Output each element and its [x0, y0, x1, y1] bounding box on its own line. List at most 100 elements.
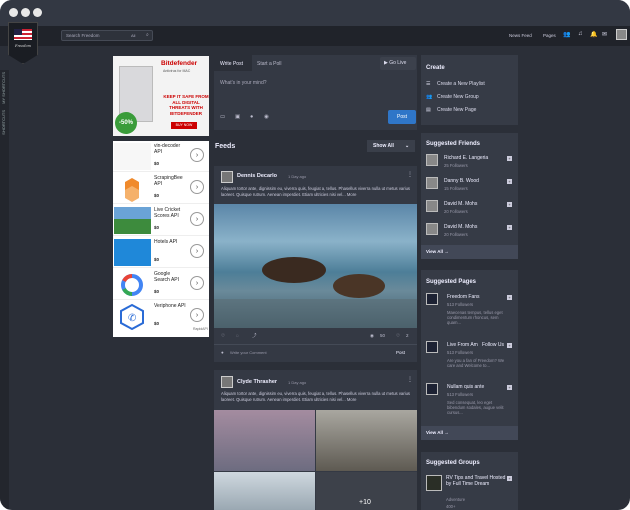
comment-input[interactable]: Write your Comment	[230, 350, 267, 355]
brand-logo[interactable]: Freedom	[8, 22, 38, 64]
chevron-right-icon[interactable]: ›	[190, 148, 204, 162]
chevron-right-icon[interactable]: ›	[190, 212, 204, 226]
api-ad-list: vin-decoder API $0 › ScrapingBee API $0 …	[113, 141, 209, 337]
create-group-link[interactable]: Create New Group	[437, 94, 479, 100]
view-all-pages-button[interactable]: View All →	[421, 426, 518, 440]
chevron-right-icon[interactable]: ›	[190, 276, 204, 290]
group-logo-icon[interactable]	[426, 475, 442, 491]
page-name[interactable]: Freedom Fans	[447, 294, 480, 300]
post-input[interactable]: What's in your mind?	[220, 80, 267, 86]
page-description: Are you a fan of Freedom? We care and We…	[447, 358, 505, 368]
sidebar-tab-my-shortcuts[interactable]: MY SHORTCUTS	[1, 72, 6, 104]
avatar[interactable]	[426, 154, 438, 166]
avatar[interactable]	[426, 200, 438, 212]
ad-footer[interactable]: RapidAPI	[193, 327, 208, 331]
friend-name[interactable]: Danny B. Wood	[444, 178, 479, 184]
post-button[interactable]: Post	[388, 110, 416, 124]
group-name[interactable]: RV Tips and Travel Hosted by Full Time D…	[446, 475, 508, 487]
share-icon[interactable]: ⤴	[252, 333, 257, 339]
tab-start-poll[interactable]: Start a Poll	[257, 61, 281, 67]
mail-icon[interactable]: ✉	[602, 31, 607, 38]
heart-icon[interactable]: ♡	[396, 333, 400, 339]
page-name[interactable]: Live From Am	[447, 342, 478, 348]
comment-post-button[interactable]: Post	[396, 350, 405, 355]
suggested-groups-title: Suggested Groups	[426, 460, 480, 466]
go-live-button[interactable]: ▶ Go Live	[380, 57, 416, 70]
group-category: Adventure	[446, 497, 466, 502]
feed-filter-select[interactable]: Show All ⌄	[367, 140, 415, 152]
window-dot-icon[interactable]	[21, 8, 30, 17]
list-item[interactable]: Google Search API $0 ›	[113, 269, 209, 300]
search-input[interactable]: Search Freedom All ⌕	[61, 30, 153, 41]
ad-discount-badge: -50%	[115, 112, 137, 134]
camera-icon[interactable]: ▭	[220, 114, 225, 120]
ad-buy-button[interactable]: BUY NOW	[171, 122, 197, 129]
gallery-image[interactable]	[214, 410, 315, 471]
post-author[interactable]: Dennis Decarlo	[237, 173, 277, 179]
avatar[interactable]	[221, 171, 233, 183]
location-icon[interactable]: ◉	[264, 114, 269, 120]
friends-icon[interactable]: 👥	[563, 31, 570, 38]
avatar[interactable]	[221, 376, 233, 388]
image-icon[interactable]: ▣	[235, 114, 240, 120]
more-vertical-icon[interactable]: ⋮	[407, 171, 413, 178]
create-page-link[interactable]: Create New Page	[437, 107, 476, 113]
list-item[interactable]: Live Cricket Scores API $0 ›	[113, 205, 209, 236]
avatar[interactable]	[426, 177, 438, 189]
sidebar-tab-shortcuts[interactable]: SHORTCUTS	[1, 110, 6, 135]
add-friend-icon[interactable]: +	[507, 156, 512, 161]
friend-name[interactable]: David M. Mohs	[444, 201, 477, 207]
page-followers: 513 Followers	[447, 302, 474, 307]
post-time: 1 Day ago	[288, 380, 307, 385]
chevron-right-icon[interactable]: ›	[190, 180, 204, 194]
follow-button[interactable]: Follow Us	[482, 342, 504, 348]
gallery-image[interactable]	[214, 472, 315, 510]
view-all-friends-button[interactable]: View All →	[421, 245, 518, 259]
create-playlist-link[interactable]: Create a New Playlist	[437, 81, 485, 87]
like-icon[interactable]: ♡	[221, 333, 225, 339]
gallery-image[interactable]	[316, 410, 417, 471]
bell-icon[interactable]: 🔔	[590, 31, 597, 38]
window-dot-icon[interactable]	[33, 8, 42, 17]
music-icon[interactable]: ♫	[578, 31, 583, 37]
page-name[interactable]: Nullam quis ante	[447, 384, 484, 390]
list-item[interactable]: ScrapingBee API $0 ›	[113, 173, 209, 204]
page-logo-icon[interactable]	[426, 293, 438, 305]
create-title: Create	[426, 65, 445, 71]
nav-pages[interactable]: Pages	[543, 33, 556, 38]
friend-name[interactable]: David M. Mohs	[444, 224, 477, 230]
app-window: Freedom Search Freedom All ⌕ News Feed P…	[0, 0, 630, 510]
add-page-icon[interactable]: +	[507, 295, 512, 300]
chevron-right-icon[interactable]: ›	[190, 244, 204, 258]
ad-item-name: vin-decoder API	[154, 143, 181, 155]
window-dot-icon[interactable]	[9, 8, 18, 17]
chevron-right-icon[interactable]: ›	[190, 308, 204, 322]
ad-brand: Bitdefender	[161, 60, 198, 67]
post-author[interactable]: Clyde Thrasher	[237, 379, 277, 385]
add-friend-icon[interactable]: +	[507, 179, 512, 184]
add-page-icon[interactable]: +	[507, 343, 512, 348]
ad-item-name: ScrapingBee API	[154, 175, 183, 187]
post-image[interactable]	[214, 204, 417, 328]
add-group-icon[interactable]: +	[507, 476, 512, 481]
search-icon[interactable]: ⌕	[146, 32, 149, 38]
add-friend-icon[interactable]: +	[507, 202, 512, 207]
add-page-icon[interactable]: +	[507, 385, 512, 390]
bitdefender-ad[interactable]: Bitdefender Antivirus for MAC KEEP IT SA…	[113, 56, 209, 136]
nav-news-feed[interactable]: News Feed	[509, 33, 532, 38]
ad-item-price: $0	[154, 289, 160, 294]
avatar[interactable]	[426, 223, 438, 235]
list-item[interactable]: Hotels API $0 ›	[113, 237, 209, 268]
page-logo-icon[interactable]	[426, 341, 438, 353]
more-vertical-icon[interactable]: ⋮	[407, 376, 413, 383]
add-friend-icon[interactable]: +	[507, 225, 512, 230]
list-item[interactable]: vin-decoder API $0 ›	[113, 141, 209, 172]
user-avatar[interactable]	[616, 29, 627, 40]
emoji-icon[interactable]: ●	[250, 114, 253, 120]
group-member-count: 400+	[446, 504, 456, 509]
search-scope-select[interactable]: All	[131, 33, 135, 38]
page-logo-icon[interactable]	[426, 383, 438, 395]
comment-icon[interactable]: ◌	[236, 333, 239, 338]
friend-name[interactable]: Richard E. Langeria	[444, 155, 488, 161]
gallery-more-tile[interactable]: +10	[316, 472, 417, 510]
